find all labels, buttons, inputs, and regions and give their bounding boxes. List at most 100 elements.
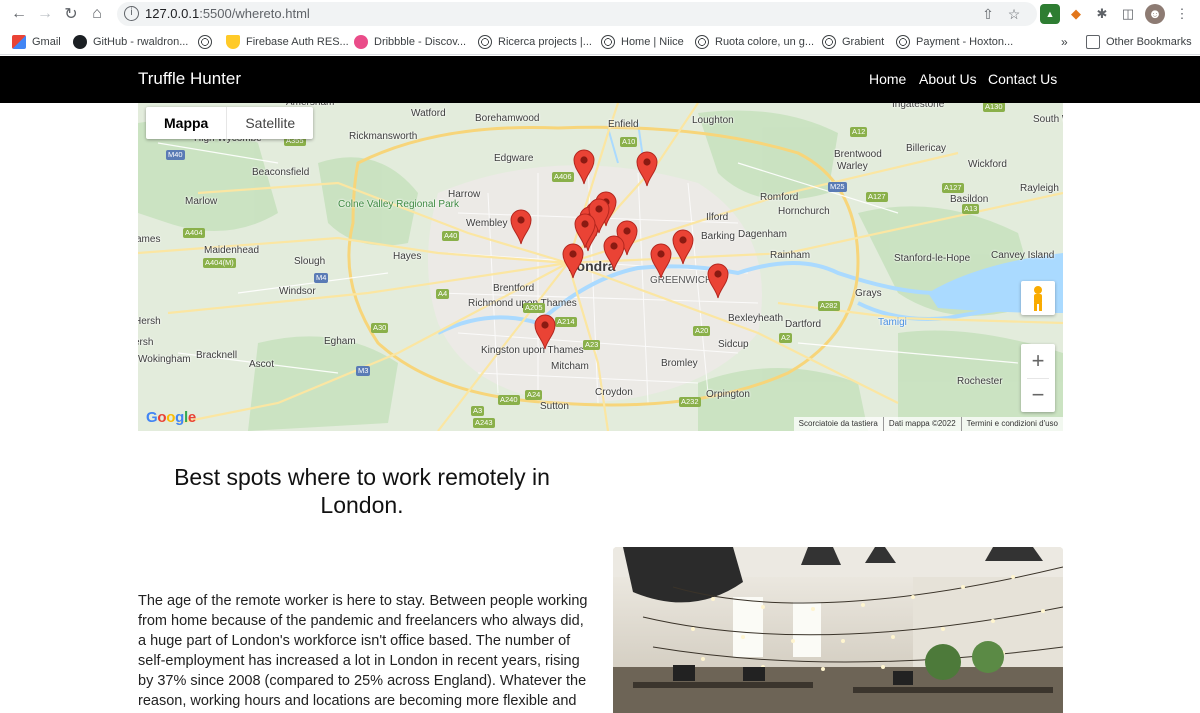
- street-view-pegman-button[interactable]: [1021, 281, 1055, 315]
- map-place-label: Rainham: [770, 250, 811, 261]
- bookmark-ruota[interactable]: Ruota colore, un g...: [695, 33, 814, 51]
- map-road-label: M40: [166, 150, 185, 160]
- dribbble-icon: [354, 35, 368, 49]
- page-headline: Best spots where to work remotely in Lon…: [174, 464, 550, 518]
- google-logo[interactable]: Google: [146, 409, 196, 426]
- map-place-label: Brentwood: [834, 149, 882, 160]
- map-marker-pin[interactable]: [534, 314, 556, 350]
- terms-link[interactable]: Termini e condizioni d'uso: [960, 417, 1063, 431]
- bookmark-dribbble[interactable]: Dribbble - Discov...: [354, 33, 466, 51]
- site-info-icon[interactable]: i: [124, 6, 139, 21]
- map-place-label: Edgware: [494, 153, 534, 164]
- map-road-label: M25: [828, 182, 847, 192]
- map-place-label: Warley: [837, 161, 868, 172]
- map-place-label: Windsor: [279, 286, 316, 297]
- menu-kebab-icon[interactable]: ⋮: [1172, 4, 1192, 24]
- map-place-label: Maidenhead: [204, 245, 260, 256]
- map-road-label: A2: [779, 333, 793, 343]
- bookmark-globe[interactable]: [198, 33, 218, 51]
- map-place-label: Slough: [294, 256, 326, 267]
- map-type-satellite-button[interactable]: Satellite: [227, 107, 313, 139]
- bookmark-label: Grabient: [842, 36, 885, 48]
- map-marker-pin[interactable]: [650, 243, 672, 279]
- github-icon: [73, 35, 87, 49]
- side-panel-icon[interactable]: ◫: [1118, 4, 1138, 24]
- reload-icon[interactable]: ↻: [60, 3, 82, 25]
- map-place-label: Enfield: [608, 119, 639, 130]
- map-marker-pin[interactable]: [707, 263, 729, 299]
- url-text: 127.0.0.1:5500/whereto.html: [145, 6, 310, 21]
- bookmark-gmail[interactable]: Gmail: [12, 33, 61, 51]
- browser-toolbar: ← → ↻ ⌂ i 127.0.0.1:5500/whereto.html ⇧ …: [0, 0, 1200, 28]
- zoom-out-button[interactable]: −: [1021, 378, 1055, 412]
- zoom-in-button[interactable]: +: [1021, 344, 1055, 378]
- map-place-label: Sutton: [540, 401, 569, 412]
- bookmark-label: Home | Niice: [621, 36, 684, 48]
- map-road-label: A127: [942, 183, 964, 193]
- bookmark-grabient[interactable]: Grabient: [822, 33, 884, 51]
- keyboard-shortcuts-link[interactable]: Scorciatoie da tastiera: [794, 417, 883, 431]
- folder-icon: [1086, 35, 1100, 49]
- map-place-label: Orpington: [706, 389, 750, 400]
- bookmark-firebase[interactable]: Firebase Auth RES...: [226, 33, 349, 51]
- bookmark-label: Payment - Hoxton...: [916, 36, 1014, 48]
- map-type-mappa-button[interactable]: Mappa: [146, 107, 226, 139]
- map-marker-pin[interactable]: [510, 209, 532, 245]
- nav-about-link[interactable]: About Us: [919, 71, 977, 87]
- back-icon[interactable]: ←: [8, 3, 30, 25]
- map-place-label: Loughton: [692, 115, 734, 126]
- map-marker-pin[interactable]: [574, 213, 596, 249]
- map-place-label: Tamigi: [878, 317, 907, 328]
- map-marker-pin[interactable]: [573, 149, 595, 185]
- share-icon[interactable]: ⇧: [979, 5, 997, 23]
- map-place-label: Hornchurch: [778, 206, 830, 217]
- map-marker-pin[interactable]: [603, 235, 625, 271]
- gmail-icon: [12, 35, 26, 49]
- bookmark-label: Ruota colore, un g...: [715, 36, 815, 48]
- globe-icon: [822, 35, 836, 49]
- more-bookmarks-button[interactable]: »: [1061, 33, 1068, 51]
- bookmark-star-icon[interactable]: ☆: [1005, 5, 1023, 23]
- map-place-label: Bromley: [661, 358, 698, 369]
- map-road-label: A3: [471, 406, 485, 416]
- metamask-icon[interactable]: ◆: [1066, 4, 1086, 24]
- bookmark-github[interactable]: GitHub - rwaldron...: [73, 33, 188, 51]
- address-bar[interactable]: i 127.0.0.1:5500/whereto.html ⇧ ☆: [117, 2, 1037, 26]
- bookmark-label: GitHub - rwaldron...: [93, 36, 189, 48]
- extensions-puzzle-icon[interactable]: ✱: [1092, 4, 1112, 24]
- map-place-label: Watford: [411, 108, 446, 119]
- profile-avatar[interactable]: ☻: [1145, 4, 1165, 24]
- map-road-label: A243: [473, 418, 495, 428]
- forward-icon[interactable]: →: [34, 3, 56, 25]
- map-marker-pin[interactable]: [672, 229, 694, 265]
- map-place-label: Egham: [324, 336, 356, 347]
- map-data-credit: Dati mappa ©2022: [882, 417, 961, 431]
- map-road-label: A20: [693, 326, 711, 336]
- map-place-label: Brentford: [493, 283, 535, 294]
- other-bookmarks[interactable]: Other Bookmarks: [1086, 33, 1192, 51]
- map-road-label: A130: [983, 103, 1005, 112]
- map-place-label: Sidcup: [718, 339, 749, 350]
- bookmark-label: Dribbble - Discov...: [374, 36, 467, 48]
- google-map[interactable]: Watford Borehamwood Enfield Loughton Rickman…: [138, 103, 1063, 431]
- map-road-label: A232: [679, 397, 701, 407]
- bookmark-label: Gmail: [32, 36, 61, 48]
- bookmark-niice[interactable]: Home | Niice: [601, 33, 684, 51]
- bookmark-ricerca[interactable]: Ricerca projects |...: [478, 33, 592, 51]
- bookmark-label: Firebase Auth RES...: [246, 36, 349, 48]
- extension-tree-icon[interactable]: ▲: [1040, 4, 1060, 24]
- home-icon[interactable]: ⌂: [86, 3, 108, 25]
- nav-home-link[interactable]: Home: [869, 71, 906, 87]
- bookmark-label: Other Bookmarks: [1106, 36, 1192, 48]
- globe-icon: [695, 35, 709, 49]
- map-road-label: M3: [356, 366, 371, 376]
- map-road-label: A13: [962, 204, 980, 214]
- brand-logo[interactable]: Truffle Hunter: [138, 69, 241, 89]
- map-place-label: Rayleigh: [1020, 183, 1059, 194]
- map-road-label: A40: [442, 231, 460, 241]
- nav-contact-link[interactable]: Contact Us: [988, 71, 1057, 87]
- map-place-label: Wembley: [466, 218, 508, 229]
- map-place-label: Ingatestone: [892, 103, 945, 110]
- map-marker-pin[interactable]: [636, 151, 658, 187]
- bookmark-payment[interactable]: Payment - Hoxton...: [896, 33, 1013, 51]
